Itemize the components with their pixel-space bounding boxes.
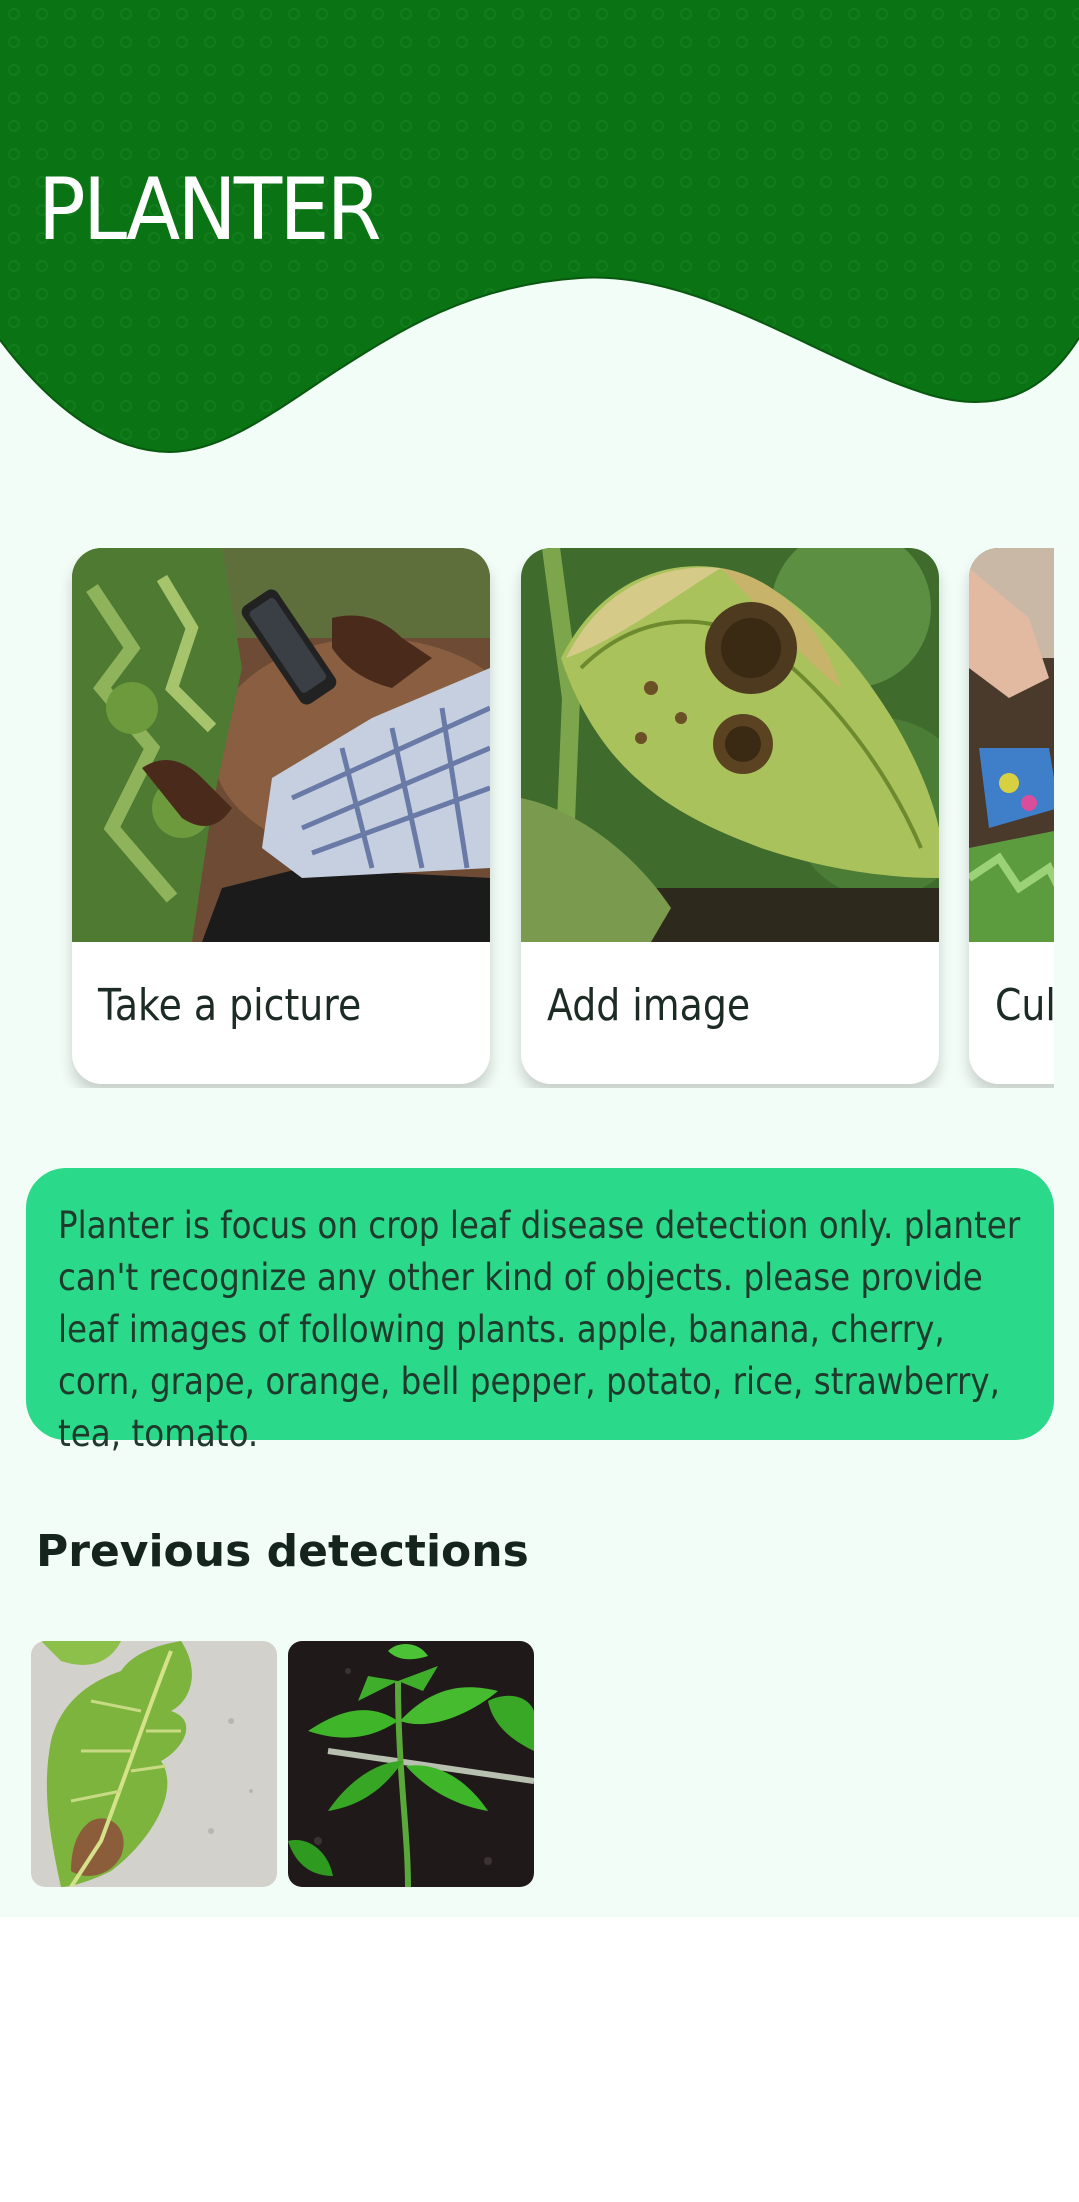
- take-picture-image: [72, 548, 490, 942]
- add-image-label: Add image: [547, 980, 751, 1031]
- third-action-card[interactable]: Cul: [969, 548, 1054, 1084]
- info-text: Planter is focus on crop leaf disease de…: [58, 1204, 1021, 1455]
- third-action-image: [969, 548, 1054, 942]
- app-header: PLANTER: [0, 0, 1079, 460]
- history-thumbnail[interactable]: [31, 1641, 277, 1887]
- add-image-card[interactable]: Add image: [521, 548, 939, 1084]
- previous-detections-title: Previous detections: [36, 1526, 529, 1577]
- take-picture-card[interactable]: Take a picture: [72, 548, 490, 1084]
- app-title: PLANTER: [38, 160, 382, 260]
- take-picture-label: Take a picture: [98, 980, 362, 1031]
- add-image-image: [521, 548, 939, 942]
- action-carousel[interactable]: Take a picture Add image Cul: [0, 548, 1054, 1088]
- history-thumbnail[interactable]: [288, 1641, 534, 1887]
- info-banner: Planter is focus on crop leaf disease de…: [26, 1168, 1054, 1455]
- third-action-label: Cul: [995, 980, 1054, 1031]
